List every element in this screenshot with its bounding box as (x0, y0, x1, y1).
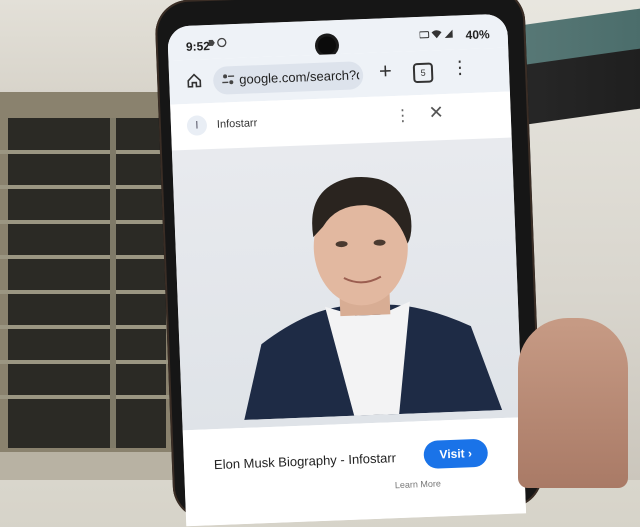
url-text: google.com/search?q=e (239, 67, 359, 87)
window-bar (0, 325, 178, 329)
window-bar (0, 220, 178, 224)
notification-icons (208, 37, 230, 51)
new-tab-icon[interactable]: + (379, 60, 393, 82)
window-post (110, 118, 116, 448)
home-icon[interactable] (185, 71, 206, 92)
phone: 9:52 40% (154, 0, 544, 521)
address-bar[interactable]: google.com/search?q=e (213, 61, 364, 95)
source-favicon: I (187, 115, 208, 136)
result-caption: Elon Musk Biography - Infostarr Visit › … (183, 417, 526, 526)
window-bar (0, 395, 178, 399)
learn-more-link[interactable]: Learn More (395, 478, 441, 490)
image-preview[interactable] (172, 137, 522, 430)
person-photo (225, 160, 504, 420)
phone-screen: 9:52 40% (167, 14, 526, 527)
floor (0, 452, 200, 480)
window-bar (0, 150, 178, 154)
tabs-icon[interactable]: 5 (413, 62, 434, 83)
more-vert-icon[interactable]: ⋮ (451, 58, 470, 77)
result-title[interactable]: Elon Musk Biography - Infostarr (214, 450, 397, 472)
window-bar (0, 360, 178, 364)
thumb (518, 318, 628, 488)
close-icon[interactable]: ✕ (428, 102, 444, 124)
visit-button[interactable]: Visit › (423, 439, 488, 469)
signal-wifi-icons (419, 29, 453, 43)
tune-icon[interactable] (221, 72, 236, 90)
more-options-icon[interactable]: ⋮ (394, 105, 411, 126)
status-time: 9:52 (186, 39, 211, 54)
source-name[interactable]: Infostarr (217, 117, 258, 131)
window-bar (0, 185, 178, 189)
battery-level: 40% (465, 27, 490, 42)
window-bar (0, 255, 178, 259)
window-bar (0, 290, 178, 294)
